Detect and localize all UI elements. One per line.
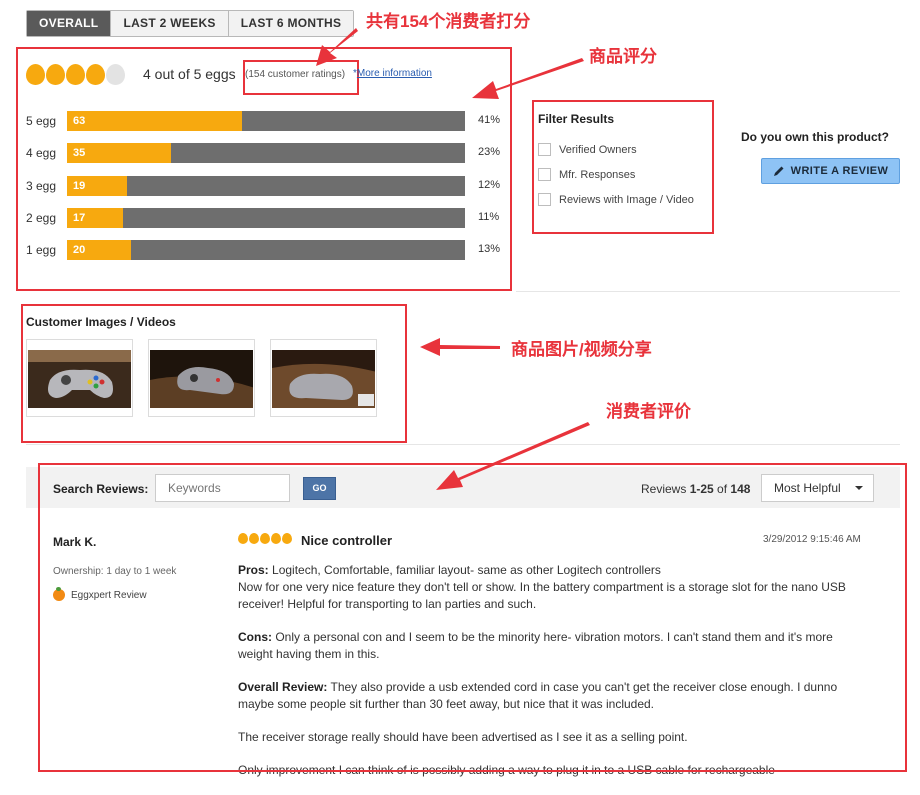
rating-text: 4 out of 5 eggs bbox=[143, 66, 236, 82]
rating-row[interactable]: 2 egg 17 bbox=[26, 208, 465, 228]
filter-label: Reviews with Image / Video bbox=[559, 193, 694, 206]
egg-icon-filled bbox=[26, 64, 45, 85]
rating-bar-fill: 35 bbox=[67, 143, 171, 163]
rating-bar: 63 bbox=[67, 111, 465, 131]
rating-bar: 19 bbox=[67, 176, 465, 196]
write-review-label: WRITE A REVIEW bbox=[790, 165, 889, 177]
filter-reviews-with-media[interactable]: Reviews with Image / Video bbox=[538, 193, 694, 206]
gamepad-image bbox=[272, 350, 375, 408]
checkbox[interactable] bbox=[538, 168, 551, 181]
rating-row-label: 1 egg bbox=[26, 243, 57, 257]
checkbox[interactable] bbox=[538, 193, 551, 206]
gamepad-image bbox=[28, 350, 131, 408]
rating-row-count: 63 bbox=[73, 115, 86, 127]
filter-mfr-responses[interactable]: Mfr. Responses bbox=[538, 168, 635, 181]
rating-row[interactable]: 5 egg 63 bbox=[26, 111, 465, 131]
egg-icon-empty bbox=[106, 64, 125, 85]
rating-row-label: 5 egg bbox=[26, 114, 57, 128]
annotation-images-share: 商品图片/视频分享 bbox=[511, 340, 652, 359]
arrow-icon bbox=[420, 338, 500, 356]
divider bbox=[516, 291, 900, 292]
filter-verified-owners[interactable]: Verified Owners bbox=[538, 143, 637, 156]
rating-bar-fill: 17 bbox=[67, 208, 123, 228]
rating-row-count: 19 bbox=[73, 180, 86, 192]
egg-icon-filled bbox=[86, 64, 105, 85]
rating-bar-fill: 19 bbox=[67, 176, 127, 196]
annotation-ratings-count: 共有154个消费者打分 bbox=[366, 12, 531, 31]
ratings-count: (154 customer ratings) bbox=[245, 69, 346, 80]
rating-row-label: 3 egg bbox=[26, 179, 57, 193]
filter-label: Mfr. Responses bbox=[559, 168, 636, 181]
divider bbox=[26, 444, 900, 445]
rating-bar-fill: 20 bbox=[67, 240, 131, 260]
controller-photo bbox=[28, 350, 131, 408]
rating-row-label: 2 egg bbox=[26, 211, 57, 225]
filter-title: Filter Results bbox=[538, 112, 615, 126]
pencil-icon bbox=[773, 166, 784, 176]
rating-row-percent: 11% bbox=[478, 211, 500, 223]
rating-row-percent: 13% bbox=[478, 243, 501, 255]
own-product-question: Do you own this product? bbox=[741, 130, 889, 144]
rating-row[interactable]: 1 egg 20 bbox=[26, 240, 465, 260]
rating-row-count: 35 bbox=[73, 147, 86, 159]
rating-row-percent: 41% bbox=[478, 114, 501, 126]
write-review-button[interactable]: WRITE A REVIEW bbox=[761, 158, 900, 184]
more-information-link[interactable]: More information bbox=[357, 68, 432, 79]
tab-last-2-weeks[interactable]: LAST 2 WEEKS bbox=[110, 11, 228, 36]
controller-photo bbox=[272, 350, 375, 408]
rating-row[interactable]: 3 egg 19 bbox=[26, 176, 465, 196]
rating-row-count: 17 bbox=[73, 212, 86, 224]
more-info: *More information bbox=[353, 68, 432, 79]
annotation-product-rating: 商品评分 bbox=[589, 47, 657, 66]
time-range-tabs: OVERALL LAST 2 WEEKS LAST 6 MONTHS bbox=[26, 10, 355, 37]
rating-bar-fill: 63 bbox=[67, 111, 243, 131]
reviews-highlight bbox=[38, 463, 907, 772]
controller-photo bbox=[150, 350, 253, 408]
customer-image-thumbnail[interactable] bbox=[270, 339, 377, 417]
rating-row-count: 20 bbox=[73, 244, 86, 256]
rating-bar: 35 bbox=[67, 143, 465, 163]
checkbox[interactable] bbox=[538, 143, 551, 156]
rating-row[interactable]: 4 egg 35 bbox=[26, 143, 465, 163]
rating-bar: 17 bbox=[67, 208, 465, 228]
annotation-consumer-reviews: 消费者评价 bbox=[606, 402, 691, 421]
customer-image-thumbnail[interactable] bbox=[26, 339, 133, 417]
customer-images-title: Customer Images / Videos bbox=[26, 315, 176, 329]
filter-label: Verified Owners bbox=[559, 143, 637, 156]
tab-last-6-months[interactable]: LAST 6 MONTHS bbox=[227, 11, 354, 36]
customer-image-thumbnail[interactable] bbox=[148, 339, 255, 417]
egg-icon-filled bbox=[66, 64, 85, 85]
tab-overall[interactable]: OVERALL bbox=[27, 11, 111, 36]
rating-eggs bbox=[26, 64, 125, 85]
gamepad-image bbox=[150, 350, 253, 408]
rating-row-label: 4 egg bbox=[26, 146, 57, 160]
rating-bar: 20 bbox=[67, 240, 465, 260]
rating-row-percent: 23% bbox=[478, 146, 501, 158]
rating-row-percent: 12% bbox=[478, 179, 501, 191]
egg-icon-filled bbox=[46, 64, 65, 85]
